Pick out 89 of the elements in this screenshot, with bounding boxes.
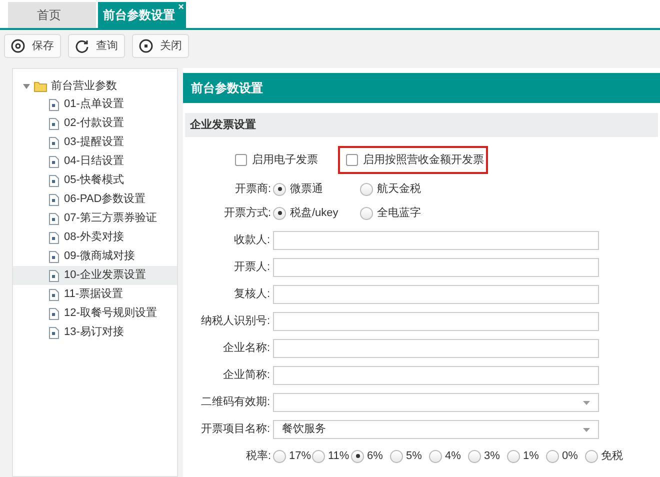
radio-button[interactable] <box>468 450 481 462</box>
tree-item[interactable]: 01-点单设置 <box>13 95 177 114</box>
panel-header: 前台参数设置 <box>183 73 660 103</box>
tree-item[interactable]: 07-第三方票券验证 <box>13 209 177 228</box>
field-label: 企业名称: <box>222 341 271 356</box>
radio-button[interactable] <box>273 206 286 220</box>
text-field[interactable] <box>273 285 599 304</box>
radio-label: 免税 <box>601 448 623 464</box>
radio-button[interactable] <box>390 450 403 462</box>
tree-item[interactable]: 02-付款设置 <box>13 114 177 133</box>
text-field[interactable] <box>273 312 599 331</box>
checkbox[interactable]: 启用电子发票 <box>235 152 318 168</box>
field-label: 二维码有效期: <box>200 394 271 410</box>
toolbar-button[interactable]: 关闭 <box>132 34 189 58</box>
tree-item[interactable]: 08-外卖对接 <box>13 228 177 247</box>
toolbar-button[interactable]: 查询 <box>68 34 125 58</box>
select-field[interactable] <box>273 393 599 412</box>
radio-label: 5% <box>406 448 422 464</box>
radio-label: 1% <box>523 448 539 464</box>
document-icon <box>49 194 59 206</box>
radio-button[interactable] <box>273 450 286 462</box>
radio-button[interactable] <box>312 450 325 462</box>
target-icon <box>11 39 25 53</box>
tab[interactable]: 首页 <box>8 2 96 28</box>
tree-item[interactable]: 04-日结设置 <box>13 152 177 171</box>
tree-item[interactable]: 06-PAD参数设置 <box>13 190 177 209</box>
document-icon <box>49 308 59 320</box>
tree-item[interactable]: 09-微商城对接 <box>13 247 177 266</box>
document-icon <box>49 232 59 244</box>
radio-label: 11% <box>328 448 350 464</box>
tree-item[interactable]: 03-提醒设置 <box>13 133 177 152</box>
document-icon <box>49 212 59 224</box>
document-icon <box>49 136 59 148</box>
select-field[interactable]: 餐饮服务 <box>273 420 599 439</box>
document-icon <box>49 326 59 338</box>
dropdown-arrow-icon <box>583 400 590 404</box>
text-field[interactable] <box>273 258 599 277</box>
radio-label: 3% <box>484 448 500 464</box>
field-label: 收款人: <box>232 233 271 248</box>
radio-button[interactable] <box>507 450 520 462</box>
radio-label: 6% <box>367 448 383 464</box>
radio-button[interactable] <box>360 182 373 196</box>
tab[interactable]: 前台参数设置 × <box>98 2 186 28</box>
folder-icon <box>34 80 47 92</box>
document-icon <box>49 98 59 110</box>
document-icon <box>49 250 59 262</box>
field-label: 开票商: <box>234 182 272 197</box>
radio-label: 航天金税 <box>377 182 421 197</box>
field-label: 开票方式: <box>222 206 272 221</box>
field-label: 复核人: <box>232 287 271 302</box>
tree-item[interactable]: 前台营业参数 <box>51 78 117 94</box>
radio-button[interactable] <box>546 450 559 462</box>
field-label: 开票人: <box>232 260 271 276</box>
radio-button[interactable] <box>585 450 598 462</box>
field-label: 税率: <box>244 448 272 464</box>
tree-item[interactable]: 05-快餐模式 <box>13 171 177 190</box>
radio-label: 税盘/ukey <box>290 206 338 221</box>
tree-item[interactable]: 10-企业发票设置 <box>13 266 177 285</box>
document-icon <box>49 174 59 186</box>
document-icon <box>49 288 59 300</box>
tree-item[interactable]: 11-票据设置 <box>13 285 177 304</box>
radio-label: 17% <box>289 448 312 464</box>
radio-button[interactable] <box>429 450 442 462</box>
expand-arrow-icon[interactable] <box>23 82 30 90</box>
refresh-icon <box>75 39 89 53</box>
radio-label: 0% <box>562 448 578 464</box>
dropdown-arrow-icon <box>583 428 590 432</box>
text-field[interactable] <box>273 231 599 250</box>
checkbox[interactable]: 启用按照营收金额开发票 <box>346 152 484 168</box>
radio-label: 全电蓝字 <box>377 206 421 221</box>
document-icon <box>49 270 59 282</box>
field-label: 开票项目名称: <box>200 422 271 438</box>
radio-button[interactable] <box>273 182 286 196</box>
radio-button[interactable] <box>351 450 364 462</box>
text-field[interactable] <box>273 366 599 385</box>
radio-label: 4% <box>445 448 461 464</box>
tree-item[interactable]: 12-取餐号规则设置 <box>13 304 177 323</box>
field-label: 企业简称: <box>222 368 271 384</box>
text-field[interactable] <box>273 339 599 358</box>
radio-button[interactable] <box>360 206 373 220</box>
section-heading: 企业发票设置 <box>185 113 658 137</box>
close-button[interactable]: × <box>178 2 184 13</box>
tree-item[interactable]: 13-易订对接 <box>13 323 177 342</box>
document-icon <box>49 156 59 168</box>
radio-label: 微票通 <box>290 182 323 197</box>
stop-icon <box>139 39 153 53</box>
document-icon <box>49 118 59 130</box>
field-label: 纳税人识别号: <box>200 314 271 330</box>
toolbar-button[interactable]: 保存 <box>4 34 61 58</box>
